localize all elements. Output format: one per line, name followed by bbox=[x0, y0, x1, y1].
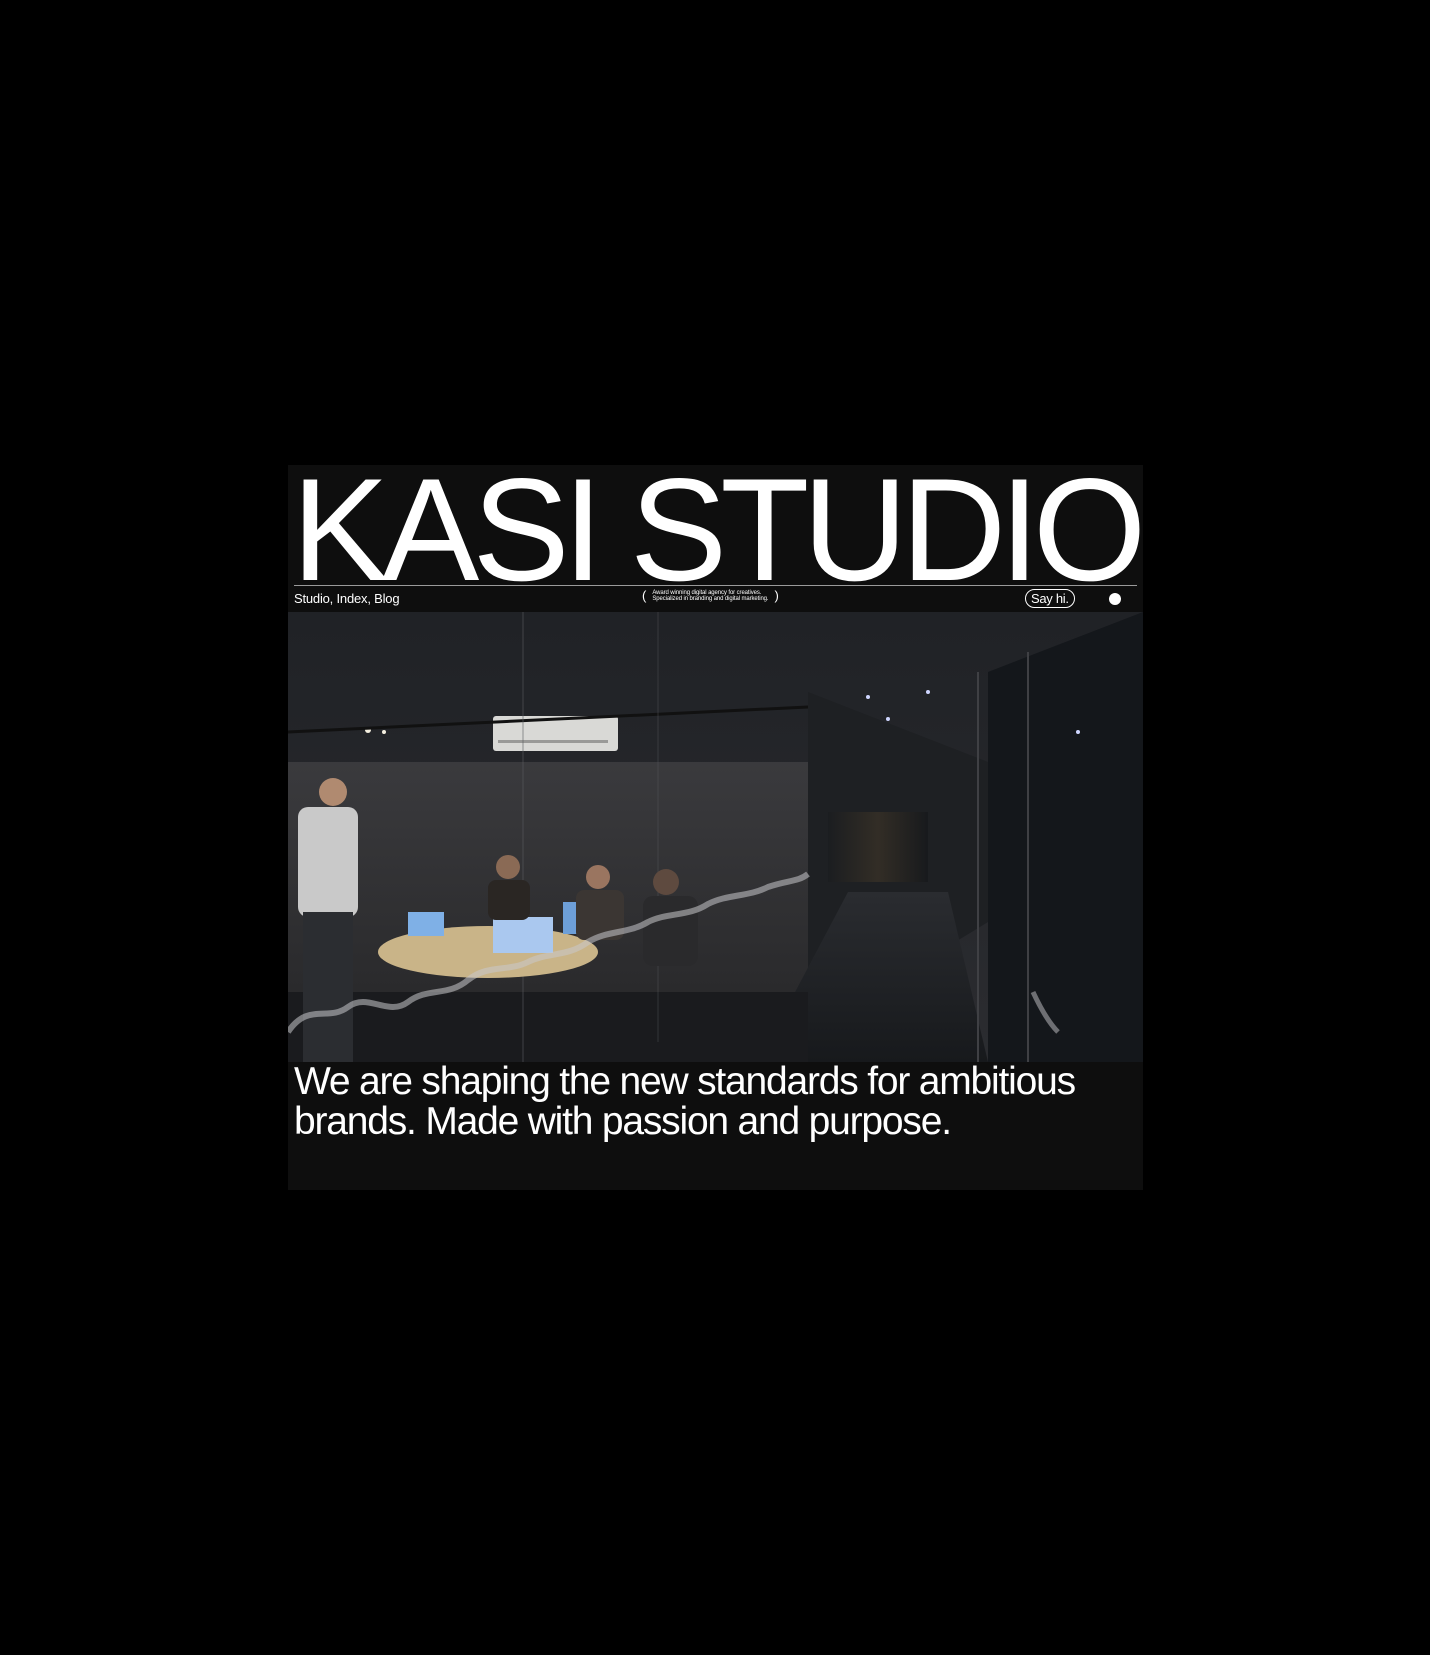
tagline-open-paren: ( bbox=[642, 588, 647, 603]
nav-link-index[interactable]: Index bbox=[337, 591, 368, 606]
studio-statement: We are shaping the new standards for amb… bbox=[294, 1060, 1076, 1143]
nav-link-studio[interactable]: Studio bbox=[294, 591, 330, 606]
nav-link-blog[interactable]: Blog bbox=[374, 591, 399, 606]
brand-header: KASI STUDIO bbox=[288, 465, 1143, 585]
site-frame: KASI STUDIO Studio, Index, Blog ( Award … bbox=[288, 465, 1143, 1190]
brand-title: KASI STUDIO bbox=[291, 465, 1143, 585]
office-meeting-photo-icon bbox=[288, 612, 1143, 1062]
menu-dot-icon[interactable] bbox=[1109, 593, 1121, 605]
tagline-text: Award winning digital agency for creativ… bbox=[652, 590, 768, 602]
hero-photo bbox=[288, 612, 1143, 1062]
nav-separator: , bbox=[329, 591, 337, 606]
agency-tagline: ( Award winning digital agency for creat… bbox=[642, 589, 779, 603]
tagline-line-2: Specialized in branding and digital mark… bbox=[652, 596, 769, 602]
navbar: Studio, Index, Blog ( Award winning digi… bbox=[294, 586, 1137, 612]
say-hi-button[interactable]: Say hi. bbox=[1025, 589, 1075, 608]
nav-separator: , bbox=[367, 591, 375, 606]
tagline-close-paren: ) bbox=[774, 588, 779, 603]
nav-links: Studio, Index, Blog bbox=[294, 591, 400, 606]
